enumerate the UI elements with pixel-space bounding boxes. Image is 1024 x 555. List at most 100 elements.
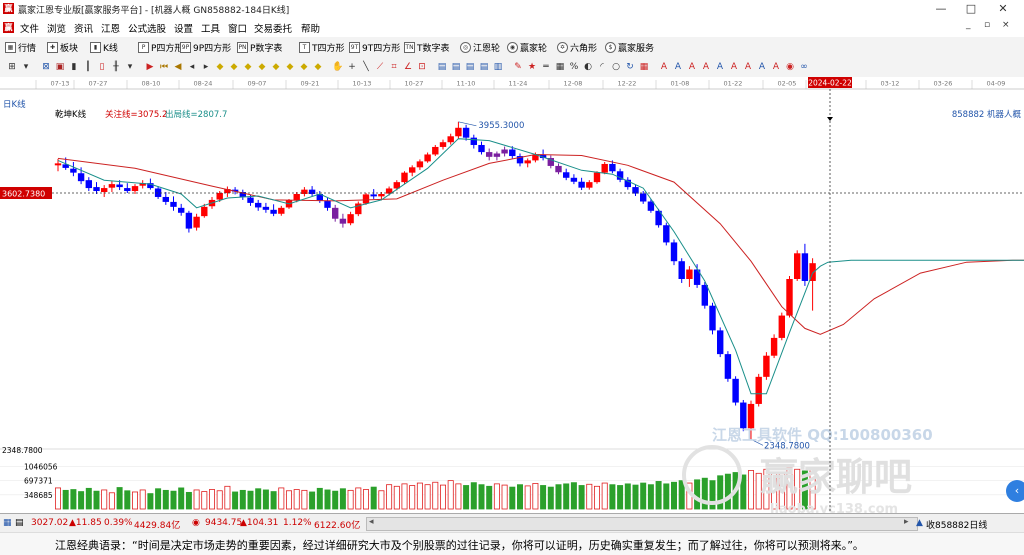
line-icon[interactable]: ╲ [360, 61, 372, 73]
x-tick-label: 10-27 [405, 80, 424, 88]
child-minimize-button[interactable]: _ [966, 20, 971, 30]
draw-icon[interactable]: ✎ [512, 61, 524, 73]
circle-icon[interactable]: ○ [610, 61, 622, 73]
toolbar-wheel-button[interactable]: ◎ 江恩轮 [460, 40, 500, 54]
flag-icon[interactable]: ▶ [144, 61, 156, 73]
toolbar-9p-square-button[interactable]: 9P 9P四方形 [180, 40, 231, 54]
ruler-icon[interactable]: ═ [540, 61, 552, 73]
ae-icon[interactable]: A [728, 61, 740, 73]
gann-box-icon[interactable]: ⊡ [416, 61, 428, 73]
gann-fan-icon[interactable]: ⟋ [374, 61, 386, 73]
toolbar-puzzle-button[interactable]: ✚ 板块 [47, 40, 78, 54]
volume-bar [748, 470, 755, 510]
zoom-in-icon[interactable]: ◆ [214, 61, 226, 73]
volume-bar [70, 489, 77, 510]
calc-icon[interactable]: ▦ [638, 61, 650, 73]
spiral-icon[interactable]: ◐ [582, 61, 594, 73]
diamond4-icon[interactable]: ◆ [312, 61, 324, 73]
toolbar-t-table-button[interactable]: TN T数字表 [404, 40, 450, 54]
menu-formula[interactable]: 公式选股 [128, 21, 166, 35]
toolbar-grid-button[interactable]: ▦ 行情 [5, 40, 36, 54]
swap-icon[interactable]: ⊠ [40, 61, 52, 73]
chart-area[interactable]: 07-13 07-27 08-10 08-24 09-07 09-21 10-13 10-27… [0, 77, 1024, 517]
candle-body [439, 142, 447, 147]
toolbar-p-square-button[interactable]: P P四方形 [138, 40, 183, 54]
hexagon-icon: ✡ [557, 41, 568, 53]
color-icon[interactable]: ◉ [784, 61, 796, 73]
volume-bar [262, 489, 269, 510]
minimize-button[interactable]: — [926, 1, 956, 16]
next-icon[interactable]: ▸ [200, 61, 212, 73]
af-icon[interactable]: A [742, 61, 754, 73]
cycle-icon[interactable]: ↻ [624, 61, 636, 73]
gann-grid-icon[interactable]: ⌗ [388, 61, 400, 73]
ac-icon[interactable]: A [700, 61, 712, 73]
toolbar-candle-button[interactable]: ▮ K线 [90, 40, 118, 54]
candle-body [586, 182, 593, 188]
menu-settings[interactable]: 设置 [174, 21, 193, 35]
toolbar-9t-square-button[interactable]: 9T 9T四方形 [349, 40, 400, 54]
zoom-out-icon[interactable]: ◆ [228, 61, 240, 73]
aa-icon[interactable]: A [658, 61, 670, 73]
crosshair-icon[interactable]: ⊞ [6, 61, 18, 73]
sa-icon[interactable]: A [672, 61, 684, 73]
diamond2-icon[interactable]: ◆ [284, 61, 296, 73]
ag-icon[interactable]: A [756, 61, 768, 73]
arc-icon[interactable]: ◜ [596, 61, 608, 73]
shenzhen-icon: ◉ [192, 518, 200, 528]
toolbar-dollar-button[interactable]: $ 赢家服务 [605, 40, 654, 54]
menu-file[interactable]: 文件 [20, 21, 39, 35]
expand-icon[interactable]: ◆ [256, 61, 268, 73]
print-icon[interactable]: ▤ [464, 61, 476, 73]
diamond3-icon[interactable]: ◆ [298, 61, 310, 73]
ab-icon[interactable]: A [686, 61, 698, 73]
toolbar-t-square-button[interactable]: T T四方形 [299, 40, 345, 54]
cross-icon[interactable]: + [346, 61, 358, 73]
toolbar-hexagon-button[interactable]: ✡ 六角形 [557, 40, 597, 54]
menu-info[interactable]: 资讯 [74, 21, 93, 35]
menu-tools[interactable]: 工具 [201, 21, 220, 35]
menu-gann[interactable]: 江恩 [101, 21, 120, 35]
hand-icon[interactable]: ✋ [332, 61, 344, 73]
first-icon[interactable]: ⏮ [158, 61, 170, 73]
close-button[interactable]: ✕ [988, 1, 1018, 16]
percent-icon[interactable]: % [568, 61, 580, 73]
candle-type-icon[interactable]: ▮ [68, 61, 80, 73]
menu-browse[interactable]: 浏览 [47, 21, 66, 35]
scroll-right-button[interactable]: ‹ [1006, 480, 1024, 502]
maximize-button[interactable]: □ [956, 1, 986, 16]
link-icon[interactable]: ∞ [798, 61, 810, 73]
child-restore-button[interactable]: ▫ [984, 20, 990, 30]
candle-red-icon[interactable]: ▯ [96, 61, 108, 73]
ad-icon[interactable]: A [714, 61, 726, 73]
shrink-icon[interactable]: ◆ [242, 61, 254, 73]
index1-value[interactable]: 3027.02 [31, 518, 68, 528]
menu-help[interactable]: 帮助 [301, 21, 320, 35]
toolbar-winner-wheel-button[interactable]: ◉ 赢家轮 [507, 40, 547, 54]
diamond-icon[interactable]: ◆ [270, 61, 282, 73]
period-icon[interactable]: ▾ [20, 61, 32, 73]
star-icon[interactable]: ★ [526, 61, 538, 73]
bar-type-icon[interactable]: ┃ [82, 61, 94, 73]
scroll-right-icon[interactable]: ▸ [904, 517, 909, 527]
menu-trade[interactable]: 交易委托 [254, 21, 292, 35]
prev-page-icon[interactable]: ◀ [172, 61, 184, 73]
export-icon[interactable]: ▤ [450, 61, 462, 73]
save-icon[interactable]: ▤ [436, 61, 448, 73]
gann-angle-icon[interactable]: ∠ [402, 61, 414, 73]
prev-icon[interactable]: ◂ [186, 61, 198, 73]
box-icon[interactable]: ▣ [54, 61, 66, 73]
chart-icon[interactable]: ▥ [492, 61, 504, 73]
status-scrollbar[interactable] [366, 517, 918, 531]
period-select-icon[interactable]: ▾ [124, 61, 136, 73]
index2-value[interactable]: 9434.75 [205, 518, 242, 528]
scroll-left-icon[interactable]: ◂ [369, 517, 374, 527]
ah-icon[interactable]: A [770, 61, 782, 73]
kline-chart[interactable]: 07-13 07-27 08-10 08-24 09-07 09-21 10-13 10-27… [0, 77, 1024, 517]
child-close-button[interactable]: × [1002, 20, 1010, 30]
ohlc-icon[interactable]: ╫ [110, 61, 122, 73]
copy-icon[interactable]: ▤ [478, 61, 490, 73]
grid-lines-icon[interactable]: ▦ [554, 61, 566, 73]
menu-window[interactable]: 窗口 [228, 21, 247, 35]
toolbar-p-table-button[interactable]: PN P数字表 [237, 40, 282, 54]
